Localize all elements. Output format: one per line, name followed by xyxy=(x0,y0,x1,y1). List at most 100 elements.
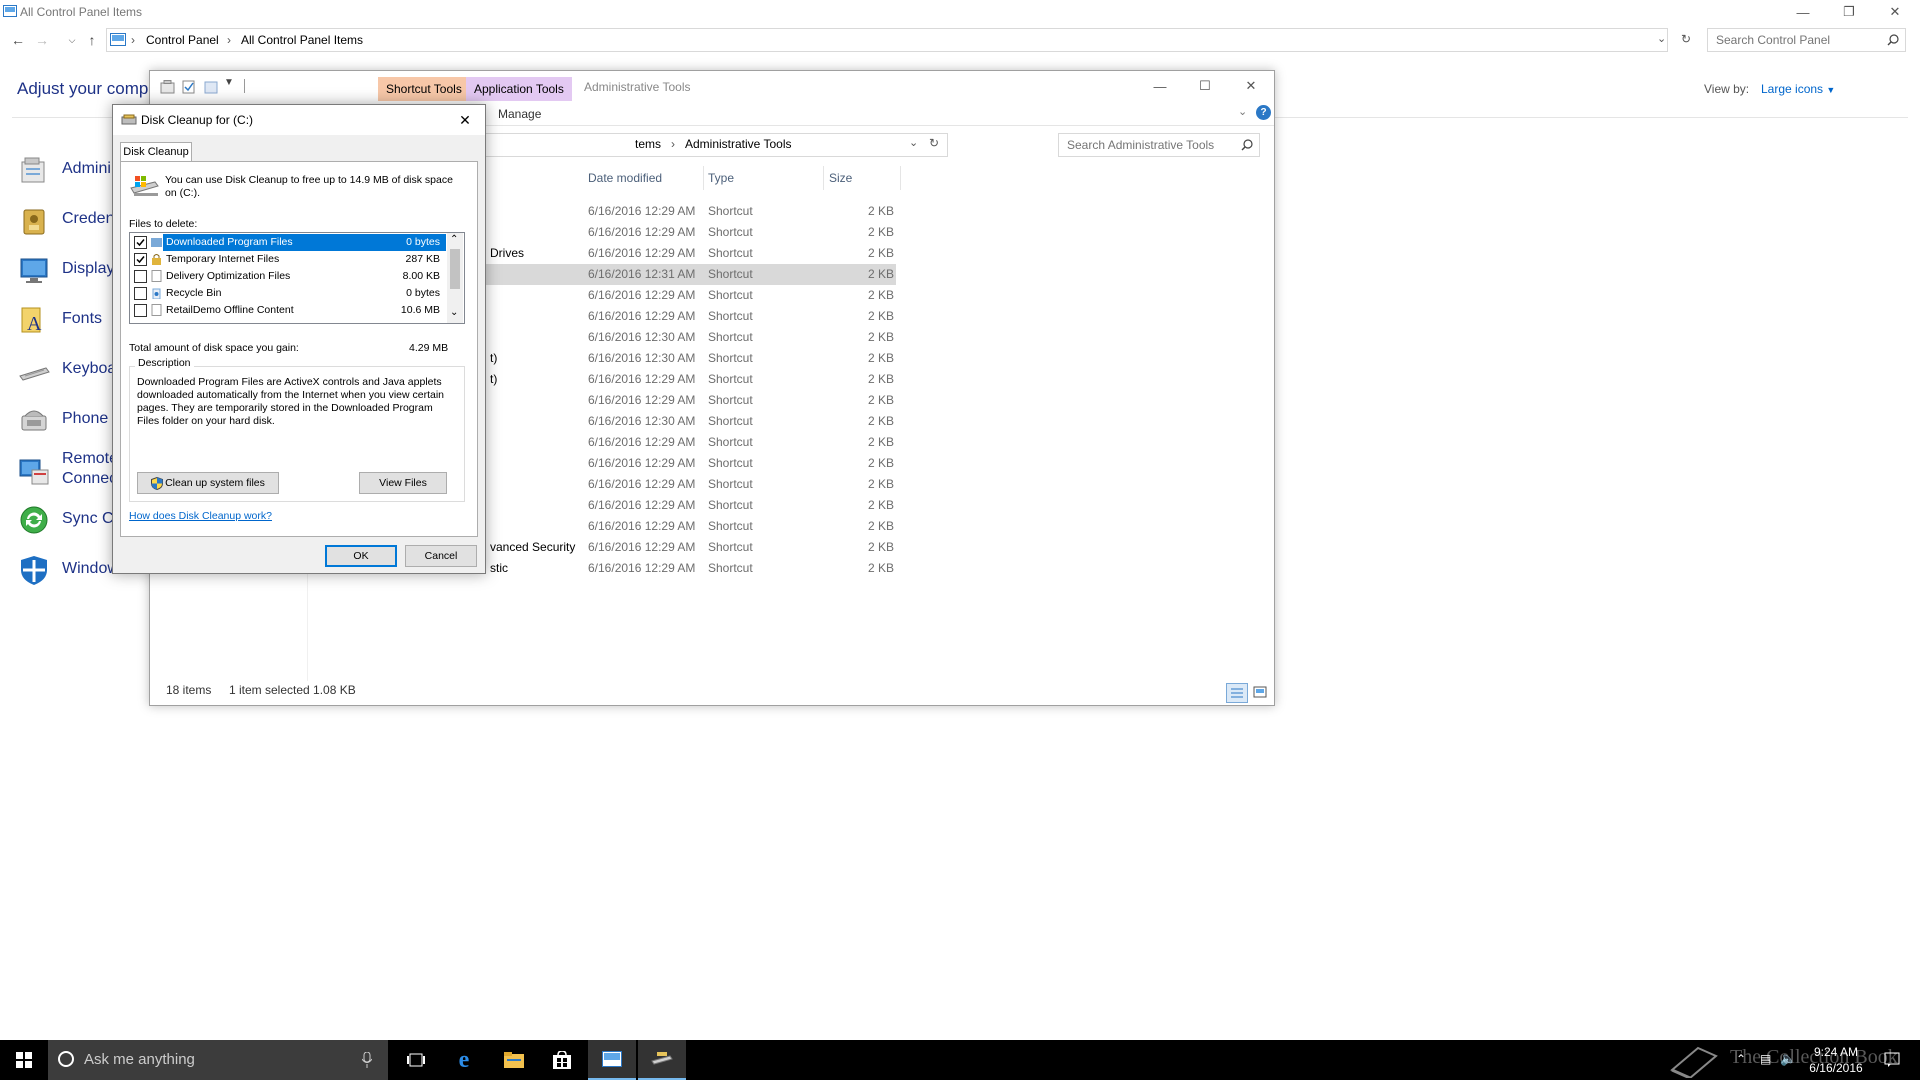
minimize-button[interactable]: — xyxy=(1780,0,1826,24)
expand-ribbon-icon[interactable]: ⌄ xyxy=(1238,105,1247,118)
column-separator[interactable] xyxy=(703,166,704,190)
how-does-disk-cleanup-work-link[interactable]: How does Disk Cleanup work? xyxy=(129,510,272,522)
admin-minimize-button[interactable]: — xyxy=(1137,74,1183,98)
action-center-button[interactable] xyxy=(1884,1052,1900,1068)
control-panel-search-input[interactable] xyxy=(1714,32,1878,48)
file-date: 6/16/2016 12:29 AM xyxy=(588,561,696,575)
help-icon[interactable]: ? xyxy=(1256,105,1271,120)
lock-icon xyxy=(151,253,162,265)
admin-close-button[interactable]: ✕ xyxy=(1228,74,1274,98)
column-header-size[interactable]: Size xyxy=(829,166,852,190)
clean-up-system-files-button[interactable]: Clean up system files xyxy=(137,472,279,494)
scroll-down-icon[interactable]: ⌄ xyxy=(450,307,458,318)
address-dropdown-icon[interactable]: ⌄ xyxy=(1657,32,1666,45)
start-button[interactable] xyxy=(0,1040,48,1080)
refresh-icon[interactable]: ↻ xyxy=(1681,32,1691,46)
view-files-button[interactable]: View Files xyxy=(359,472,447,494)
breadcrumb-all-items[interactable]: All Control Panel Items xyxy=(241,33,363,47)
column-header-date-modified[interactable]: Date modified xyxy=(588,166,662,190)
file-date: 6/16/2016 12:30 AM xyxy=(588,351,696,365)
view-by-dropdown[interactable]: Large icons ▼ xyxy=(1761,82,1835,96)
credential-manager-icon xyxy=(18,204,50,236)
file-size: 2 KB xyxy=(867,225,894,239)
tab-application-tools[interactable]: Application Tools xyxy=(466,77,572,101)
file-category-checkbox[interactable] xyxy=(134,304,147,317)
file-category-item[interactable]: Delivery Optimization Files 8.00 KB xyxy=(130,268,444,285)
microphone-icon[interactable] xyxy=(362,1052,372,1068)
admin-tools-app-icon xyxy=(160,80,176,94)
file-size: 2 KB xyxy=(867,309,894,323)
scrollbar-thumb[interactable] xyxy=(450,249,460,289)
disk-cleanup-tab-page: You can use Disk Cleanup to free up to 1… xyxy=(120,161,478,537)
network-icon[interactable]: ▤ xyxy=(1760,1052,1771,1066)
edge-button[interactable]: e xyxy=(440,1040,488,1080)
store-button[interactable] xyxy=(538,1040,586,1080)
breadcrumb-administrative-tools[interactable]: Administrative Tools xyxy=(685,137,792,151)
details-view-button[interactable] xyxy=(1226,683,1248,703)
file-date: 6/16/2016 12:30 AM xyxy=(588,330,696,344)
refresh-icon[interactable]: ↻ xyxy=(929,136,939,150)
file-type: Shortcut xyxy=(708,288,753,302)
ok-button[interactable]: OK xyxy=(325,545,397,567)
file-type: Shortcut xyxy=(708,309,753,323)
file-category-checkbox[interactable] xyxy=(134,236,147,249)
back-button[interactable]: ← xyxy=(8,30,28,50)
control-panel-address-box[interactable]: › Control Panel › All Control Panel Item… xyxy=(106,28,1691,52)
file-category-size: 0 bytes xyxy=(406,236,440,248)
breadcrumb-prefix[interactable]: tems xyxy=(635,137,661,151)
file-category-size: 287 KB xyxy=(405,253,440,265)
file-category-item[interactable]: RetailDemo Offline Content 10.6 MB xyxy=(130,302,444,319)
file-date: 6/16/2016 12:31 AM xyxy=(588,267,696,281)
cortana-search-box[interactable]: Ask me anything xyxy=(48,1040,388,1080)
file-category-checkbox[interactable] xyxy=(134,253,147,266)
file-size: 2 KB xyxy=(867,456,894,470)
disk-cleanup-app-icon xyxy=(121,114,137,126)
breadcrumb-separator-icon: › xyxy=(227,33,231,47)
file-category-item[interactable]: Downloaded Program Files 0 bytes xyxy=(130,234,446,251)
address-dropdown-icon[interactable]: ⌄ xyxy=(909,136,918,149)
breadcrumb-control-panel[interactable]: Control Panel xyxy=(146,33,219,47)
file-category-checkbox[interactable] xyxy=(134,270,147,283)
disk-cleanup-taskbar-button[interactable] xyxy=(638,1040,686,1080)
tab-manage[interactable]: Manage xyxy=(498,107,541,121)
admin-tools-search-box[interactable] xyxy=(1058,133,1260,157)
file-category-checkbox[interactable] xyxy=(134,287,147,300)
files-list-scrollbar[interactable]: ⌃ ⌄ xyxy=(447,233,463,323)
file-date: 6/16/2016 12:29 AM xyxy=(588,456,696,470)
forward-button[interactable]: → xyxy=(32,30,52,50)
cancel-button[interactable]: Cancel xyxy=(405,545,477,567)
file-type: Shortcut xyxy=(708,372,753,386)
file-category-item[interactable]: Temporary Internet Files 287 KB xyxy=(130,251,444,268)
control-panel-search-box[interactable] xyxy=(1707,28,1906,52)
admin-tools-address-box[interactable]: tems › Administrative Tools ⌄ ↻ xyxy=(410,133,948,157)
control-panel-taskbar-button[interactable] xyxy=(588,1040,636,1080)
tab-shortcut-tools[interactable]: Shortcut Tools xyxy=(378,77,470,101)
properties-quick-icon[interactable] xyxy=(182,80,196,94)
task-view-button[interactable] xyxy=(392,1040,440,1080)
admin-maximize-button[interactable]: ☐ xyxy=(1182,74,1228,98)
column-separator[interactable] xyxy=(823,166,824,190)
files-to-delete-list[interactable]: Downloaded Program Files 0 bytes Temporary… xyxy=(129,232,465,324)
show-hidden-icons-icon[interactable]: ⌃ xyxy=(1736,1052,1746,1066)
file-explorer-button[interactable] xyxy=(490,1040,538,1080)
clock[interactable]: 9:24 AM 6/16/2016 xyxy=(1792,1044,1880,1076)
new-folder-quick-icon[interactable] xyxy=(204,80,218,94)
column-header-type[interactable]: Type xyxy=(708,166,734,190)
column-separator[interactable] xyxy=(900,166,901,190)
scroll-up-icon[interactable]: ⌃ xyxy=(450,234,458,245)
cp-item-label: Remote xyxy=(62,450,119,467)
disk-cleanup-close-button[interactable]: ✕ xyxy=(453,109,477,131)
file-category-item[interactable]: Recycle Bin 0 bytes xyxy=(130,285,444,302)
admin-tools-search-input[interactable] xyxy=(1065,137,1234,153)
large-icons-view-button[interactable] xyxy=(1250,683,1270,701)
restore-button[interactable]: ❐ xyxy=(1826,0,1872,24)
customize-quick-access-icon[interactable]: ▼ xyxy=(224,77,234,88)
recent-locations-button[interactable]: ⌵ xyxy=(62,30,82,50)
total-space-label: Total amount of disk space you gain: xyxy=(129,342,299,354)
file-type: Shortcut xyxy=(708,225,753,239)
close-button[interactable]: ✕ xyxy=(1872,0,1918,24)
up-button[interactable]: ↑ xyxy=(82,30,102,50)
keyboard-icon xyxy=(18,354,50,386)
tab-disk-cleanup[interactable]: Disk Cleanup xyxy=(120,142,192,162)
file-explorer-icon xyxy=(504,1052,524,1068)
